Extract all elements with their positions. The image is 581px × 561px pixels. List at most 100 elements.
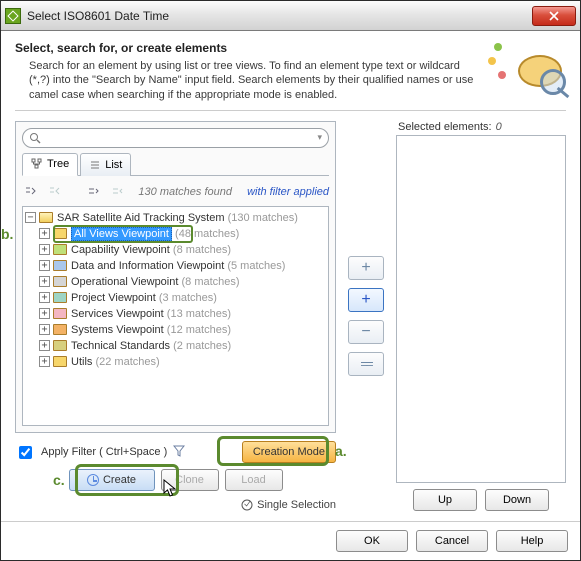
ok-button[interactable]: OK bbox=[336, 530, 408, 552]
tree-item[interactable]: + Utils (22 matches) bbox=[25, 354, 326, 370]
browser-panel: ▾ Tree List bbox=[15, 121, 336, 433]
tree-item-label: Operational Viewpoint bbox=[71, 276, 178, 288]
minus-icon: − bbox=[361, 323, 370, 341]
folder-icon bbox=[53, 276, 67, 287]
folder-icon bbox=[53, 260, 67, 271]
tree-item[interactable]: +Capability Viewpoint (8 matches) bbox=[25, 242, 326, 258]
header-illustration bbox=[488, 41, 566, 101]
apply-filter-label: Apply Filter ( Ctrl+Space ) bbox=[41, 446, 167, 458]
tree-item-label: Capability Viewpoint bbox=[71, 244, 170, 256]
expander-icon[interactable]: + bbox=[39, 276, 50, 287]
creation-mode-button[interactable]: Creation Mode bbox=[242, 441, 336, 463]
cancel-button[interactable]: Cancel bbox=[416, 530, 488, 552]
tab-tree[interactable]: Tree bbox=[22, 153, 78, 176]
app-icon bbox=[5, 8, 21, 24]
add-primary-button[interactable]: + bbox=[348, 288, 384, 312]
close-icon bbox=[549, 11, 559, 21]
load-label: Load bbox=[241, 474, 265, 486]
expand-selected-button[interactable] bbox=[84, 184, 102, 200]
tree-item-count: (2 matches) bbox=[173, 340, 231, 352]
transfer-buttons: + + − == bbox=[346, 121, 386, 511]
tree-root[interactable]: − SAR Satellite Aid Tracking System (130… bbox=[25, 210, 326, 226]
apply-filter-checkbox[interactable] bbox=[19, 446, 32, 459]
help-button[interactable]: Help bbox=[496, 530, 568, 552]
titlebar: Select ISO8601 Date Time bbox=[1, 1, 580, 31]
expander-icon[interactable]: + bbox=[39, 340, 50, 351]
selected-elements-list[interactable] bbox=[396, 135, 566, 483]
tree-item-count: (12 matches) bbox=[167, 324, 231, 336]
tree-item-label: Utils bbox=[71, 356, 92, 368]
create-label: Create bbox=[103, 474, 136, 486]
tree-item-count: (22 matches) bbox=[95, 356, 159, 368]
tree-item-label: Data and Information Viewpoint bbox=[71, 260, 224, 272]
filter-icon[interactable] bbox=[173, 445, 185, 460]
tree-item-count: (48 matches) bbox=[175, 228, 239, 240]
tree-item-count: (8 matches) bbox=[181, 276, 239, 288]
collapse-selected-button[interactable] bbox=[108, 184, 126, 200]
expander-icon[interactable]: + bbox=[39, 292, 50, 303]
create-button[interactable]: Create bbox=[69, 469, 155, 491]
folder-icon bbox=[53, 228, 67, 239]
folder-icon bbox=[53, 308, 67, 319]
tree-root-count: (130 matches) bbox=[228, 212, 298, 224]
creation-mode-label: Creation Mode bbox=[253, 446, 325, 458]
single-selection-label: Single Selection bbox=[257, 499, 336, 511]
load-button[interactable]: Load bbox=[225, 469, 283, 491]
tree-item-count: (5 matches) bbox=[227, 260, 285, 272]
expander-icon[interactable]: + bbox=[39, 356, 50, 367]
dropdown-icon[interactable]: ▾ bbox=[317, 132, 322, 143]
folder-icon bbox=[53, 356, 67, 367]
tree-item[interactable]: + Project Viewpoint (3 matches) bbox=[25, 290, 326, 306]
tree-view[interactable]: − SAR Satellite Aid Tracking System (130… bbox=[22, 206, 329, 426]
remove-all-button[interactable]: == bbox=[348, 352, 384, 376]
tab-tree-label: Tree bbox=[47, 158, 69, 170]
expand-all-button[interactable] bbox=[22, 184, 40, 200]
tree-icon bbox=[31, 158, 43, 170]
double-minus-icon: == bbox=[360, 356, 371, 371]
search-input[interactable] bbox=[45, 131, 317, 145]
down-button[interactable]: Down bbox=[485, 489, 549, 511]
tree-item[interactable]: + Operational Viewpoint (8 matches) bbox=[25, 274, 326, 290]
clone-label: Clone bbox=[175, 474, 204, 486]
annotation-b: b. bbox=[1, 226, 13, 242]
expander-icon[interactable]: + bbox=[39, 308, 50, 319]
annotation-c: c. bbox=[53, 472, 65, 488]
selected-elements-label: Selected elements: bbox=[398, 121, 492, 133]
tree-item-label: All Views Viewpoint bbox=[71, 227, 172, 241]
expander-icon[interactable]: − bbox=[25, 212, 36, 223]
collapse-all-button[interactable] bbox=[46, 184, 64, 200]
add-button[interactable]: + bbox=[348, 256, 384, 280]
tree-item[interactable]: + Data and Information Viewpoint (5 match… bbox=[25, 258, 326, 274]
tree-item-count: (13 matches) bbox=[167, 308, 231, 320]
up-button[interactable]: Up bbox=[413, 489, 477, 511]
tree-item-label: Project Viewpoint bbox=[71, 292, 156, 304]
search-icon bbox=[29, 132, 41, 144]
tree-item-label: Technical Standards bbox=[71, 340, 170, 352]
page-description: Search for an element by using list or t… bbox=[15, 59, 480, 102]
tree-root-label: SAR Satellite Aid Tracking System bbox=[57, 212, 225, 224]
folder-icon bbox=[53, 340, 67, 351]
single-selection-icon bbox=[241, 499, 253, 511]
folder-icon bbox=[39, 212, 53, 223]
plus-icon: + bbox=[361, 291, 370, 309]
tab-list[interactable]: List bbox=[80, 153, 131, 176]
expander-icon[interactable]: + bbox=[39, 260, 50, 271]
clone-button[interactable]: Clone bbox=[161, 469, 219, 491]
filter-applied-link[interactable]: with filter applied bbox=[247, 186, 329, 198]
folder-icon bbox=[53, 244, 67, 255]
expander-icon[interactable]: + bbox=[39, 324, 50, 335]
remove-button[interactable]: − bbox=[348, 320, 384, 344]
expander-icon[interactable]: + bbox=[39, 244, 50, 255]
tree-item[interactable]: + Systems Viewpoint (12 matches) bbox=[25, 322, 326, 338]
tab-list-label: List bbox=[105, 159, 122, 171]
tree-item-label: Systems Viewpoint bbox=[71, 324, 164, 336]
tree-item[interactable]: +Services Viewpoint (13 matches) bbox=[25, 306, 326, 322]
tree-item[interactable]: + All Views Viewpoint (48 matches) bbox=[25, 226, 326, 242]
search-field[interactable]: ▾ bbox=[22, 128, 329, 148]
expander-icon[interactable]: + bbox=[39, 228, 50, 239]
window-title: Select ISO8601 Date Time bbox=[27, 9, 526, 23]
close-button[interactable] bbox=[532, 6, 576, 26]
plus-icon: + bbox=[361, 259, 370, 277]
tree-item-count: (3 matches) bbox=[159, 292, 217, 304]
tree-item[interactable]: + Technical Standards (2 matches) bbox=[25, 338, 326, 354]
